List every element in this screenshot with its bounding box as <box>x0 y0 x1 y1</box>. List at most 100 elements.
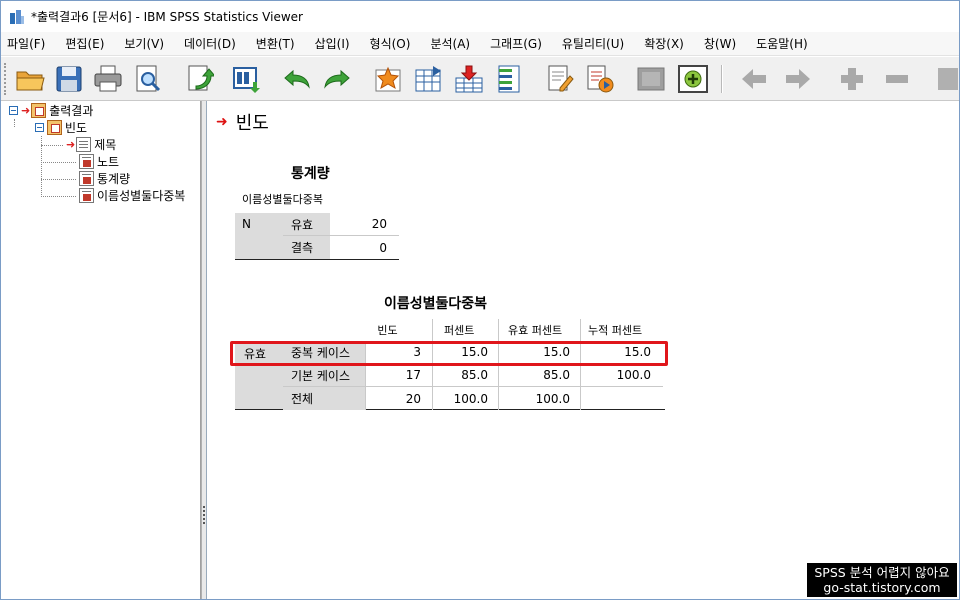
menu-data[interactable]: 데이터(D) <box>180 35 244 52</box>
menu-help[interactable]: 도움말(H) <box>752 35 816 52</box>
frequency-table-icon <box>79 188 94 203</box>
variables-icon[interactable] <box>492 63 526 95</box>
row-label: 전체 <box>283 387 365 410</box>
column-header: 누적 퍼센트 <box>588 324 643 337</box>
tree-node-variable-table[interactable]: 이름성별둘다중복 <box>79 187 185 204</box>
export-icon[interactable] <box>181 63 215 95</box>
cum-pct-value <box>580 387 663 410</box>
menu-utilities[interactable]: 유틸리티(U) <box>558 35 632 52</box>
toolbar-separator <box>721 65 723 93</box>
stat-value: 0 <box>379 240 387 255</box>
stat-value: 20 <box>330 213 399 236</box>
tree-label-frequencies: 빈도 <box>65 121 88 135</box>
freq-table-title[interactable]: 이름성별둘다중복 <box>384 293 487 313</box>
print-preview-icon[interactable] <box>131 63 165 95</box>
goto-variable-icon[interactable] <box>452 63 486 95</box>
collapse-icon[interactable] <box>880 63 914 95</box>
stats-table-title[interactable]: 통계량 <box>291 163 330 183</box>
frequencies-book-icon <box>47 120 62 135</box>
title-bar[interactable]: *출력결과6 [문서6] - IBM SPSS Statistics Viewe… <box>1 1 959 32</box>
tree-node-frequencies[interactable]: 빈도 <box>35 119 87 136</box>
menu-transform[interactable]: 변환(T) <box>252 35 303 52</box>
watermark-line-1: SPSS 분석 어렵지 않아요 <box>814 565 950 580</box>
row-label: 유효 <box>283 213 330 236</box>
menu-file[interactable]: 파일(F) <box>3 35 53 52</box>
forward-icon[interactable] <box>781 63 815 95</box>
spss-viewer-window: *출력결과6 [문서6] - IBM SPSS Statistics Viewe… <box>0 0 960 600</box>
highlight-box <box>230 341 668 366</box>
watermark-line-2: go-stat.tistory.com <box>823 580 941 595</box>
valid-pct-value: 100.0 <box>535 391 570 406</box>
watermark: SPSS 분석 어렵지 않아요 go-stat.tistory.com <box>807 563 957 597</box>
menu-format[interactable]: 형식(O) <box>366 35 419 52</box>
print-icon[interactable] <box>91 63 125 95</box>
output-heading[interactable]: ➜ 빈도 <box>216 109 269 135</box>
open-folder-icon[interactable] <box>13 63 47 95</box>
toolbar <box>1 57 959 101</box>
statistics-table[interactable]: N 유효 20 결측 0 <box>235 213 399 260</box>
run-script-icon[interactable] <box>583 63 617 95</box>
pct-value: 100.0 <box>453 391 488 406</box>
cum-pct-value: 100.0 <box>580 364 663 387</box>
tree-node-notes[interactable]: 노트 <box>79 153 119 170</box>
output-content-pane[interactable]: ➜ 빈도 통계량 이름성별둘다중복 N 유효 20 결측 0 이름성별둘다중복 … <box>208 101 959 599</box>
table-row[interactable]: 전체 20 100.0 100.0 <box>235 387 665 410</box>
output-book-icon <box>31 103 47 118</box>
goto-data-icon[interactable] <box>371 63 405 95</box>
tree-label-variable-table: 이름성별둘다중복 <box>97 189 186 203</box>
spss-app-icon <box>9 9 25 25</box>
stats-table-subtitle: 이름성별둘다중복 <box>242 193 323 206</box>
menu-bar: 파일(F) 편집(E) 보기(V) 데이터(D) 변환(T) 삽입(I) 형식(… <box>1 32 959 56</box>
valid-pct-value: 85.0 <box>498 364 580 387</box>
outline-pane[interactable]: ➜ 출력결과 빈도 ➜ 제목 노트 통계량 이름성별둘다중복 <box>1 101 201 599</box>
row-label: 결측 <box>283 236 330 259</box>
back-icon[interactable] <box>737 63 771 95</box>
window-title: *출력결과6 [문서6] - IBM SPSS Statistics Viewe… <box>31 10 303 24</box>
menu-extensions[interactable]: 확장(X) <box>640 35 692 52</box>
tree-node-title[interactable]: ➜ 제목 <box>66 136 116 153</box>
menu-view[interactable]: 보기(V) <box>120 35 172 52</box>
table-row[interactable]: 결측 0 <box>235 236 399 259</box>
freq-value: 17 <box>365 364 432 387</box>
row-label: 기본 케이스 <box>283 364 365 387</box>
tree-label-output: 출력결과 <box>49 104 94 118</box>
menu-analyze[interactable]: 분석(A) <box>426 35 478 52</box>
menu-window[interactable]: 창(W) <box>700 35 744 52</box>
notes-table-icon <box>79 154 94 169</box>
table-row[interactable]: 기본 케이스 17 85.0 85.0 100.0 <box>235 364 665 387</box>
goto-case-icon[interactable] <box>412 63 446 95</box>
current-item-arrow-icon: ➜ <box>21 104 31 117</box>
collapse-toggle-icon[interactable] <box>35 123 44 132</box>
hide-icon[interactable] <box>634 63 668 95</box>
title-doc-icon <box>76 137 92 152</box>
add-icon[interactable] <box>676 63 710 95</box>
collapse-toggle-icon[interactable] <box>9 106 18 115</box>
menu-insert[interactable]: 삽입(I) <box>311 35 358 52</box>
splitter-grip[interactable] <box>203 506 206 524</box>
column-header: 퍼센트 <box>444 324 475 337</box>
current-item-arrow-icon: ➜ <box>66 138 76 151</box>
column-header: 유효 퍼센트 <box>508 324 563 337</box>
toolbar-grip[interactable] <box>4 63 7 95</box>
statistics-table-icon <box>79 171 94 186</box>
menu-edit[interactable]: 편집(E) <box>61 35 112 52</box>
pane-splitter[interactable] <box>201 101 207 599</box>
tree-node-output[interactable]: ➜ 출력결과 <box>9 102 93 119</box>
expand-icon[interactable] <box>835 63 869 95</box>
undo-icon[interactable] <box>280 63 314 95</box>
freq-value: 20 <box>405 391 421 406</box>
show-icon[interactable] <box>927 63 959 95</box>
designate-window-icon[interactable] <box>543 63 577 95</box>
save-icon[interactable] <box>52 63 86 95</box>
menu-graphs[interactable]: 그래프(G) <box>486 35 550 52</box>
pct-value: 85.0 <box>432 364 498 387</box>
recall-dialog-icon[interactable] <box>230 63 264 95</box>
column-header: 빈도 <box>377 324 398 337</box>
current-item-arrow-icon: ➜ <box>216 114 228 130</box>
tree-label-title: 제목 <box>94 138 117 152</box>
tree-node-statistics[interactable]: 통계량 <box>79 170 130 187</box>
table-header-row: 빈도 퍼센트 유효 퍼센트 누적 퍼센트 <box>235 319 665 341</box>
redo-icon[interactable] <box>320 63 354 95</box>
table-row[interactable]: N 유효 20 <box>235 213 399 259</box>
tree-label-statistics: 통계량 <box>97 172 131 186</box>
